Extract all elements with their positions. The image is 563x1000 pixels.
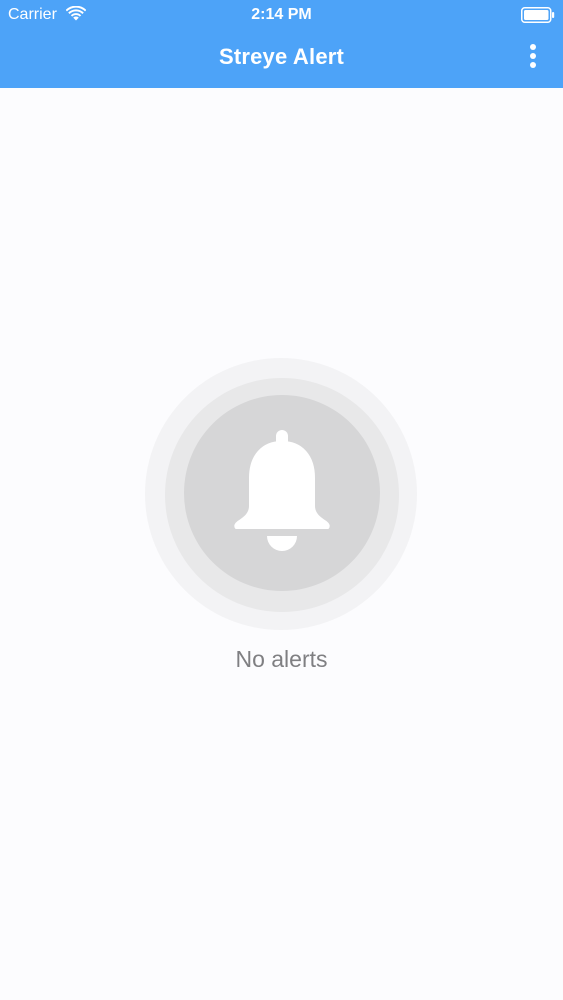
- status-bar: Carrier 2:14 PM: [0, 0, 563, 30]
- app-header: Carrier 2:14 PM Streye Alert: [0, 0, 563, 88]
- more-options-button[interactable]: [521, 42, 545, 70]
- alerts-screen: Carrier 2:14 PM Streye Alert No alerts: [0, 0, 563, 1000]
- empty-state-message: No alerts: [235, 646, 328, 672]
- empty-state: No alerts: [0, 350, 563, 690]
- ellipsis-dot: [530, 62, 536, 68]
- bell-icon: [234, 430, 330, 551]
- battery-icon: [521, 7, 555, 23]
- ellipsis-dot: [530, 53, 536, 59]
- vertical-ellipsis-icon: [530, 44, 536, 50]
- status-time: 2:14 PM: [251, 6, 312, 23]
- page-title: Streye Alert: [218, 44, 345, 69]
